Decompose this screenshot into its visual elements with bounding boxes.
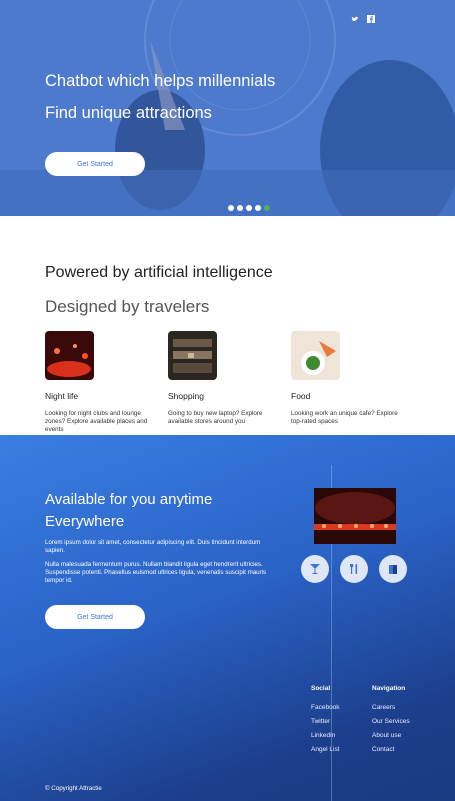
features-section: Powered by artificial intelligence Desig…	[0, 216, 455, 435]
nightlife-image	[45, 331, 94, 380]
availability-section: Available for you anytime Everywhere Lor…	[0, 435, 455, 801]
footer-link-angellist[interactable]: Angel List	[311, 746, 340, 753]
availability-get-started-button[interactable]: Get Started	[45, 605, 145, 629]
carousel-dot[interactable]	[228, 205, 234, 211]
footer-social-title: Social	[311, 685, 331, 692]
carousel-dot[interactable]	[246, 205, 252, 211]
shopping-image	[168, 331, 217, 380]
carousel-dot-active[interactable]	[264, 205, 270, 211]
social-icons-top	[351, 10, 375, 23]
cutlery-icon[interactable]	[340, 555, 368, 583]
hero-get-started-button[interactable]: Get Started	[45, 152, 145, 176]
feature-text: Going to buy new laptop? Explore availab…	[168, 410, 263, 426]
footer-link-facebook[interactable]: Facebook	[311, 704, 340, 711]
twitter-icon[interactable]	[351, 10, 359, 22]
hero-title-line1: Chatbot which helps millennials	[45, 72, 276, 90]
footer-link-twitter[interactable]: Twitter	[311, 718, 340, 725]
features-subtitle: Designed by travelers	[45, 297, 210, 316]
footer-link-careers[interactable]: Careers	[372, 704, 410, 711]
availability-paragraph-2: Nulla malesuada fermentum purus. Nullam …	[45, 561, 267, 585]
hero-section: Chatbot which helps millennials Find uni…	[0, 0, 455, 216]
availability-paragraph-1: Lorem ipsum dolor sit amet, consectetur …	[45, 539, 261, 555]
footer-link-linkedin[interactable]: Linkedin	[311, 732, 340, 739]
feature-card-shopping[interactable]: Shopping Going to buy new laptop? Explor…	[168, 331, 283, 426]
availability-title-line1: Available for you anytime	[45, 491, 213, 508]
concert-image	[314, 488, 396, 544]
feature-card-nightlife[interactable]: Night life Looking for night clubs and l…	[45, 331, 160, 435]
footer-link-about[interactable]: About use	[372, 732, 410, 739]
footer-social-column: Social Facebook Twitter Linkedin Angel L…	[311, 685, 340, 760]
footer-link-contact[interactable]: Contact	[372, 746, 410, 753]
feature-text: Looking work an unique cafe? Explore top…	[291, 410, 398, 426]
category-icons	[301, 555, 407, 583]
feature-title: Shopping	[168, 391, 204, 401]
copyright: © Copyright Attractie	[45, 785, 102, 792]
features-title: Powered by artificial intelligence	[45, 264, 273, 281]
feature-title: Food	[291, 391, 311, 401]
feature-card-food[interactable]: Food Looking work an unique cafe? Explor…	[291, 331, 406, 426]
carousel-dot[interactable]	[237, 205, 243, 211]
carousel-dot[interactable]	[255, 205, 261, 211]
feature-title: Night life	[45, 391, 79, 401]
cocktail-icon[interactable]	[301, 555, 329, 583]
feature-text: Looking for night clubs and lounge zones…	[45, 410, 148, 434]
shopping-bag-icon[interactable]	[379, 555, 407, 583]
carousel-dots	[228, 205, 270, 211]
availability-title-line2: Everywhere	[45, 513, 125, 530]
footer-link-services[interactable]: Our Services	[372, 718, 410, 725]
footer-navigation-column: Navigation Careers Our Services About us…	[372, 685, 410, 760]
food-image	[291, 331, 340, 380]
facebook-icon[interactable]	[367, 10, 375, 23]
hero-title-line2: Find unique attractions	[45, 104, 212, 122]
footer-navigation-title: Navigation	[372, 685, 406, 692]
